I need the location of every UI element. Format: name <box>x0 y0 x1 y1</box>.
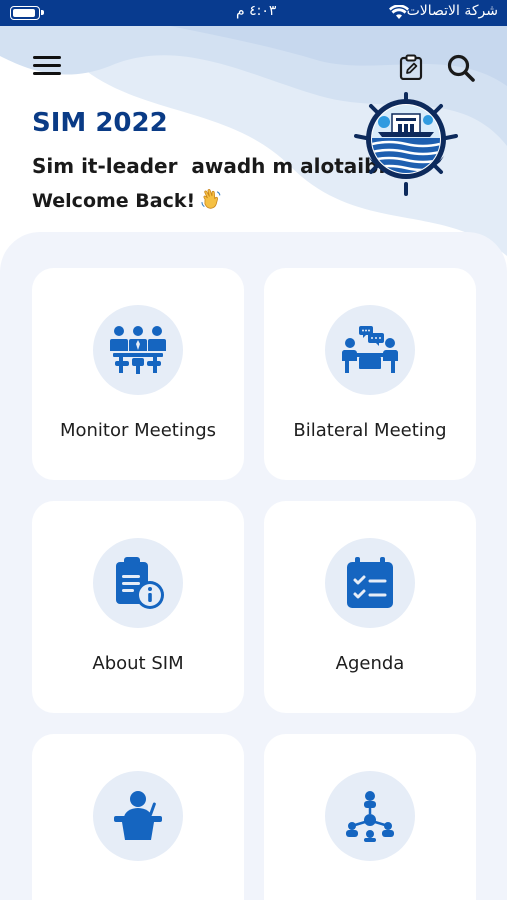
clipboard-edit-icon[interactable] <box>398 54 424 80</box>
waving-hand-icon <box>201 189 221 209</box>
status-time: ٤:٠٣ م <box>236 3 277 19</box>
menu-button[interactable] <box>33 56 61 78</box>
welcome-text: Welcome Back! <box>32 190 196 212</box>
clipboard-info-icon <box>116 557 164 609</box>
card-agenda[interactable]: Agenda <box>264 501 476 713</box>
ship-wheel-logo <box>354 92 458 196</box>
card-monitor-meetings[interactable]: Monitor Meetings <box>32 268 244 480</box>
welcome-message: Welcome Back! <box>32 187 223 212</box>
card-about-sim[interactable]: About SIM <box>32 501 244 713</box>
card-label: Agenda <box>335 653 405 674</box>
speaker-podium-icon <box>114 791 162 840</box>
card-network[interactable] <box>264 734 476 900</box>
app-title: SIM 2022 <box>32 108 168 138</box>
card-label: Monitor Meetings <box>59 420 217 441</box>
meeting-group-icon <box>110 326 166 374</box>
card-label: Bilateral Meeting <box>293 420 447 441</box>
network-hierarchy-icon <box>346 791 394 842</box>
card-speaker[interactable] <box>32 734 244 900</box>
carrier-name: شركة الاتصالات <box>406 3 498 19</box>
battery-icon <box>10 6 44 20</box>
status-bar: ٤:٠٣ م شركة الاتصالات <box>0 0 507 26</box>
search-icon[interactable] <box>446 53 476 83</box>
bilateral-talk-icon <box>341 326 399 373</box>
card-bilateral-meeting[interactable]: Bilateral Meeting <box>264 268 476 480</box>
user-name: Sim it-leader awadh m alotaibi <box>32 154 386 178</box>
card-label: About SIM <box>92 653 184 674</box>
calendar-checklist-icon <box>347 557 393 608</box>
